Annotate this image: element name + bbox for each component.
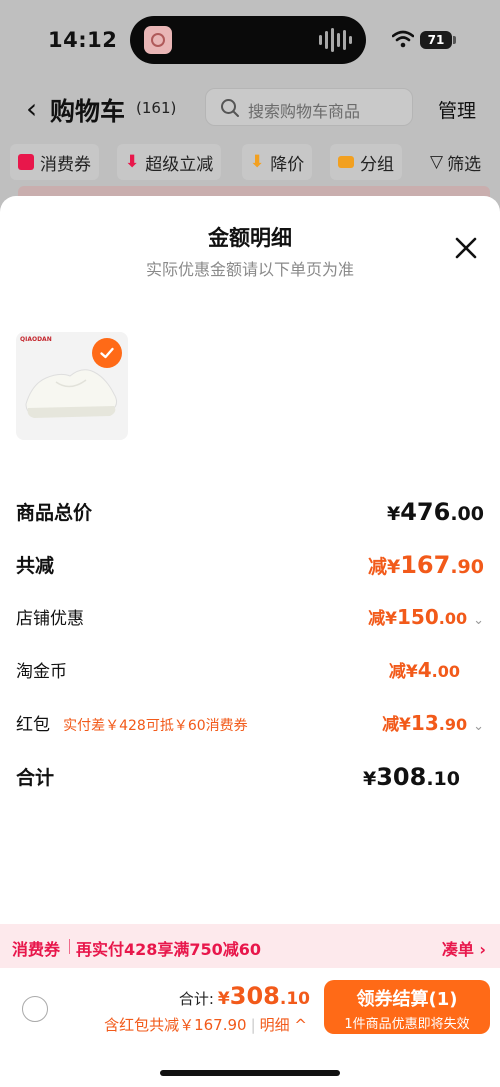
add-items-link[interactable]: 凑单 › — [442, 936, 486, 960]
currency-symbol: ¥ — [217, 989, 230, 1009]
reduce-prefix: 减¥ — [367, 556, 401, 578]
coupon-tag: 消费券 — [12, 940, 61, 959]
checkout-button-label: 领券结算(1) — [356, 989, 458, 1010]
currency-symbol: ¥ — [362, 768, 377, 790]
row-total-reduce: 共减 减¥ 167 .90 — [16, 551, 484, 585]
arrow-down-icon: ⬇ — [125, 152, 140, 172]
taojinbi-value: 减¥ 4 .00 — [389, 657, 460, 682]
reduce-prefix: 减¥ — [382, 715, 411, 735]
discount-summary: 含红包共减￥167.90 | 明细 ^ — [104, 1014, 307, 1035]
red-packet-label: 红包 — [16, 715, 50, 735]
amount-decimal: .00 — [431, 662, 460, 681]
amount-decimal: .90 — [450, 556, 484, 578]
filter-chips: 消费券 ⬇ 超级立减 ⬇ 降价 分组 ▽ 筛选 — [10, 144, 500, 180]
detail-toggle[interactable]: 明细 ^ — [260, 1016, 307, 1034]
status-time: 14:12 — [48, 28, 118, 52]
reduce-prefix: 减¥ — [388, 662, 418, 682]
page-title: 购物车 — [50, 97, 126, 126]
chip-group[interactable]: 分组 — [330, 144, 402, 180]
subtotal-value: ¥ 476 .00 — [387, 498, 484, 526]
checkout-total: 合计: ¥ 308 .10 — [179, 982, 310, 1010]
amount-decimal: .00 — [438, 609, 468, 628]
row-shop-discount[interactable]: 店铺优惠 减¥ 150 .00 ⌄ — [16, 604, 484, 638]
amount-integer: 308 — [229, 982, 280, 1010]
divider — [69, 939, 70, 954]
select-all-checkbox[interactable] — [22, 996, 48, 1022]
checkout-button[interactable]: 领券结算(1) 1件商品优惠即将失效 — [324, 980, 490, 1034]
home-indicator[interactable] — [160, 1070, 340, 1076]
amount-integer: 476 — [400, 498, 451, 526]
close-icon[interactable] — [452, 234, 480, 262]
chip-price-drop[interactable]: ⬇ 降价 — [242, 144, 313, 180]
search-placeholder: 搜索购物车商品 — [248, 102, 361, 121]
chip-super-reduce[interactable]: ⬇ 超级立减 — [117, 144, 222, 180]
arrow-down-icon: ⬇ — [250, 152, 265, 172]
checkout-button-sublabel: 1件商品优惠即将失效 — [344, 1017, 470, 1032]
shop-discount-value: 减¥ 150 .00 ⌄ — [368, 604, 484, 629]
chevron-left-icon[interactable]: ‹ — [26, 92, 37, 125]
manage-button[interactable]: 管理 — [438, 96, 476, 123]
filter-icon: ▽ — [430, 152, 444, 172]
chip-label: 分组 — [360, 154, 394, 175]
red-packet-value: 减¥ 13 .90 ⌄ — [382, 710, 484, 735]
chip-label: 筛选 — [447, 154, 482, 175]
amount-integer: 13 — [410, 711, 439, 735]
folder-icon — [338, 156, 354, 168]
grand-total-label: 合计 — [16, 767, 55, 789]
reduce-prefix: 减¥ — [368, 609, 397, 629]
brand-logo: QIAODAN — [20, 336, 52, 343]
amount-decimal: .10 — [426, 768, 460, 790]
cart-count: (161) — [136, 99, 177, 117]
dynamic-island — [130, 16, 366, 64]
cart-nav-bar: ‹ 购物车 (161) 搜索购物车商品 管理 — [0, 84, 500, 132]
battery-nub — [453, 36, 456, 44]
amount-decimal: .90 — [438, 715, 468, 734]
wifi-icon — [392, 30, 414, 48]
music-app-icon — [144, 26, 172, 54]
coupon-icon — [18, 154, 34, 170]
red-packet-note: 实付差￥428可抵￥60消费券 — [63, 718, 248, 734]
status-bar: 14:12 71 — [0, 0, 500, 80]
shop-discount-label: 店铺优惠 — [16, 609, 84, 629]
row-grand-total: 合计 ¥ 308 .10 — [16, 763, 484, 797]
amount-decimal: .00 — [450, 503, 484, 525]
total-reduce-value: 减¥ 167 .90 — [368, 551, 484, 579]
divider: | — [250, 1016, 256, 1034]
total-label: 合计: — [178, 990, 214, 1008]
amount-integer: 167 — [400, 551, 451, 579]
grand-total-value: ¥ 308 .10 — [363, 763, 460, 791]
row-taojinbi: 淘金币 减¥ 4 .00 — [16, 657, 484, 691]
amount-integer: 4 — [417, 658, 432, 682]
battery-icon: 71 — [420, 31, 452, 49]
coupon-text: 再实付428享满750减60 — [76, 940, 262, 959]
currency-symbol: ¥ — [386, 503, 401, 525]
chip-filter[interactable]: ▽ 筛选 — [430, 144, 481, 180]
search-icon — [221, 99, 239, 117]
amount-integer: 308 — [376, 763, 427, 791]
checkout-bar: 合计: ¥ 308 .10 含红包共减￥167.90 | 明细 ^ 领券结算(1) … — [0, 968, 500, 1048]
chevron-down-icon[interactable]: ⌄ — [473, 613, 484, 628]
chip-label: 消费券 — [40, 154, 91, 175]
chevron-down-icon[interactable]: ⌄ — [473, 719, 484, 734]
row-red-packet[interactable]: 红包 实付差￥428可抵￥60消费券 减¥ 13 .90 ⌄ — [16, 710, 484, 744]
audio-wave-icon — [319, 28, 352, 52]
search-input[interactable]: 搜索购物车商品 — [205, 88, 413, 126]
sheet-subtitle: 实际优惠金额请以下单页为准 — [145, 260, 354, 279]
chip-label: 降价 — [270, 154, 305, 175]
amount-integer: 150 — [397, 605, 439, 629]
row-subtotal: 商品总价 ¥ 476 .00 — [16, 498, 484, 532]
chip-label: 超级立减 — [145, 154, 214, 175]
subtotal-label: 商品总价 — [16, 502, 93, 524]
taojinbi-label: 淘金币 — [16, 662, 67, 682]
selected-check-icon[interactable] — [92, 338, 122, 368]
total-reduce-label: 共减 — [16, 555, 55, 577]
chip-coupon[interactable]: 消费券 — [10, 144, 99, 180]
amount-decimal: .10 — [279, 989, 310, 1009]
coupon-promo-bar[interactable]: 消费券 再实付428享满750减60 凑单 › — [0, 924, 500, 968]
red-packet-label-group: 红包 实付差￥428可抵￥60消费券 — [16, 710, 248, 735]
sheet-title: 金额明细 — [208, 226, 292, 250]
discount-text: 含红包共减￥167.90 — [104, 1016, 247, 1034]
